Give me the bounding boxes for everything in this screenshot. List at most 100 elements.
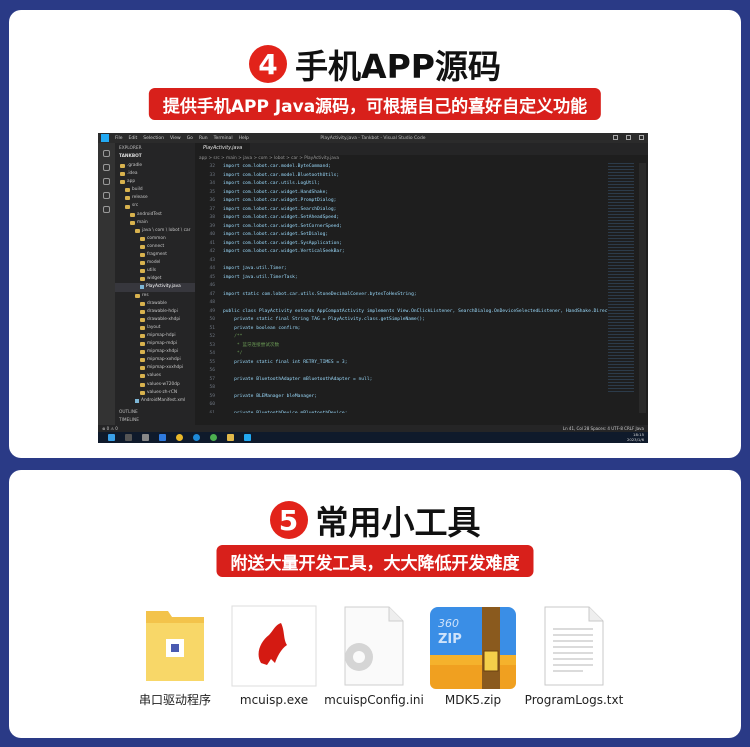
menu-item[interactable]: Selection [143,136,164,141]
tree-item[interactable]: drawable-hdpi [115,308,195,316]
explorer-root[interactable]: TANKBOT [115,154,195,162]
tree-item[interactable]: androidTest [115,211,195,219]
code-line[interactable]: 47 import static com.lobot.car.utils.Ston… [195,291,648,300]
tree-item[interactable]: src [115,202,195,210]
tree-item[interactable]: release [115,194,195,202]
run-debug-icon[interactable] [103,192,110,199]
outline-section[interactable]: OUTLINE [119,410,138,415]
code-line[interactable]: 61 private BluetoothDevice mBluetoothDev… [195,410,648,414]
menu-item[interactable]: Go [187,136,193,141]
code-line[interactable]: 37 import com.lobot.car.widget.SearchDial… [195,206,648,215]
windows-start-icon[interactable] [108,434,115,441]
menu-item[interactable]: Terminal [214,136,233,141]
vs-taskbar-icon[interactable] [159,434,166,441]
tree-item[interactable]: .idea [115,170,195,178]
folder-icon [135,293,140,298]
code-line[interactable]: 40 import com.lobot.car.widget.SetDialog; [195,231,648,240]
tree-item[interactable]: mipmap-hdpi [115,332,195,340]
tree-item[interactable]: java \ com \ lobot \ car [115,227,195,235]
status-info[interactable]: Ln 41, Col 28 Spaces: 4 UTF-8 CRLF Java [563,426,644,431]
minimap[interactable] [608,163,634,393]
code-line[interactable]: 59 private BLEManager bleManager; [195,393,648,402]
source-control-icon[interactable] [103,178,110,185]
search-icon[interactable] [103,164,110,171]
tree-item[interactable]: mipmap-xhdpi [115,348,195,356]
menu-item[interactable]: File [115,136,123,141]
code-line[interactable]: 36 import com.lobot.car.widget.PromptDial… [195,197,648,206]
code-line[interactable]: 39 import com.lobot.car.widget.SetCornerS… [195,223,648,232]
code-line[interactable]: 34 import com.lobot.car.utils.LogUtil; [195,180,648,189]
timeline-section[interactable]: TIMELINE [119,418,139,423]
code-line[interactable]: 53 * 蓝牙连接尝试次数 [195,342,648,351]
tree-item[interactable]: values-zh-rCN [115,389,195,397]
code-line[interactable]: 43 [195,257,648,266]
code-line[interactable]: 38 import com.lobot.car.widget.SetAheadSp… [195,214,648,223]
files-icon[interactable] [103,150,110,157]
code-line[interactable]: 60 [195,401,648,410]
code-line[interactable]: 42 import com.lobot.car.widget.VerticalSe… [195,248,648,257]
tree-item[interactable]: mipmap-xxxhdpi [115,364,195,372]
editor-scrollbar[interactable] [639,163,646,413]
code-line[interactable]: 46 [195,282,648,291]
maximize-icon[interactable] [626,135,631,140]
system-clock[interactable]: 18:15 2023/1/6 [627,432,644,442]
tree-item[interactable]: build [115,186,195,194]
code-line[interactable]: 50 private static final String TAG = Pla… [195,316,648,325]
tree-item[interactable]: main [115,219,195,227]
tree-item[interactable]: fragment [115,251,195,259]
task-view-icon[interactable] [142,434,149,441]
tree-item[interactable]: res [115,292,195,300]
wechat-icon[interactable] [210,434,217,441]
tree-item[interactable]: mipmap-mdpi [115,340,195,348]
code-line[interactable]: 56 [195,367,648,376]
tree-item[interactable]: .gradle [115,162,195,170]
file-explorer-icon[interactable] [227,434,234,441]
tree-item[interactable]: values-w720dp [115,381,195,389]
code-line[interactable]: 35 import com.lobot.car.widget.HandShake; [195,189,648,198]
line-number: 56 [209,368,215,373]
code-line[interactable]: 32 import com.lobot.car.model.ByteCommand… [195,163,648,172]
status-problems[interactable]: ⊗ 0 ⚠ 0 [102,426,118,431]
extensions-icon[interactable] [103,206,110,213]
code-line[interactable]: 54 */ [195,350,648,359]
tree-item[interactable]: drawable-xhdpi [115,316,195,324]
code-line[interactable]: 45 import java.util.TimerTask; [195,274,648,283]
code-editor[interactable]: 32 import com.lobot.car.model.ByteCommand… [195,163,648,413]
menu-item[interactable]: View [170,136,181,141]
code-line[interactable]: 55 private static final int RETRY_TIMES … [195,359,648,368]
code-line[interactable]: 51 private boolean confirm; [195,325,648,334]
tree-item[interactable]: drawable [115,300,195,308]
code-line[interactable]: 33 import com.lobot.car.model.BluetoothUt… [195,172,648,181]
vscode-taskbar-icon[interactable] [244,434,251,441]
tree-item[interactable]: model [115,259,195,267]
code-line[interactable]: 48 [195,299,648,308]
chrome-icon[interactable] [176,434,183,441]
code-line[interactable]: 57 private BluetoothAdapter mBluetoothAd… [195,376,648,385]
tree-item[interactable]: widget [115,275,195,283]
tree-item[interactable]: layout [115,324,195,332]
tree-item[interactable]: utils [115,267,195,275]
line-number: 38 [209,215,215,220]
code-line[interactable]: 49 public class PlayActivity extends AppC… [195,308,648,317]
search-icon[interactable] [125,434,132,441]
tree-item[interactable]: values [115,372,195,380]
tree-item[interactable]: app [115,178,195,186]
tree-item[interactable]: PlayActivity.java [115,283,195,292]
close-icon[interactable] [639,135,644,140]
edge-icon[interactable] [193,434,200,441]
tab-playactivity[interactable]: PlayActivity.java [195,143,251,155]
tree-item[interactable]: common [115,235,195,243]
code-line[interactable]: 58 [195,384,648,393]
minimize-icon[interactable] [613,135,618,140]
code-line[interactable]: 41 import com.lobot.car.widget.SysApplica… [195,240,648,249]
menu-item[interactable]: Edit [129,136,138,141]
breadcrumb[interactable]: app > src > main > java > com > lobot > … [195,155,648,163]
menu-item[interactable]: Help [239,136,249,141]
tree-item[interactable]: mipmap-xxhdpi [115,356,195,364]
code-line[interactable]: 44 import java.util.Timer; [195,265,648,274]
tree-item[interactable]: connect [115,243,195,251]
code-line[interactable]: 52 /** [195,333,648,342]
menu-item[interactable]: Run [199,136,208,141]
tree-item[interactable]: AndroidManifest.xml [115,397,195,405]
code-text: import com.lobot.car.widget.VerticalSeek… [223,249,345,254]
